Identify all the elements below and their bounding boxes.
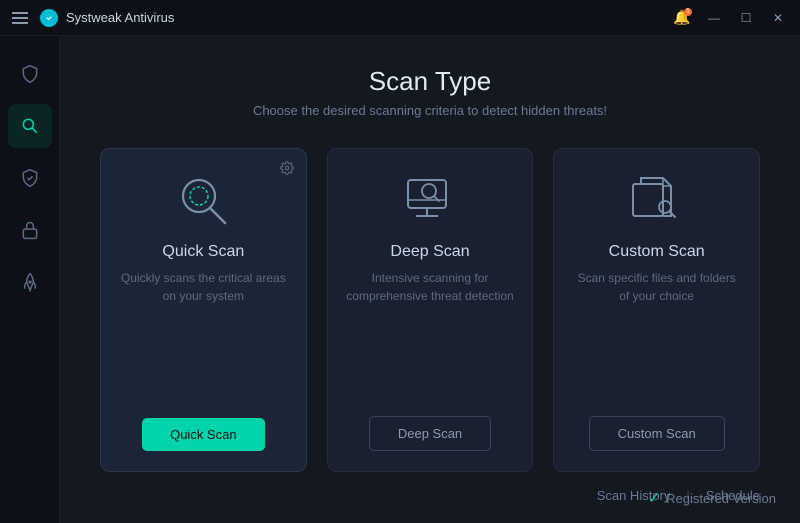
registered-icon: ✓	[648, 489, 661, 507]
menu-button[interactable]	[8, 8, 32, 28]
custom-scan-title: Custom Scan	[609, 243, 705, 261]
quick-scan-icon	[168, 169, 238, 229]
settings-icon[interactable]	[280, 161, 294, 178]
sidebar-item-scan[interactable]	[8, 104, 52, 148]
custom-scan-card: Custom Scan Scan specific files and fold…	[553, 148, 760, 472]
page-title: Scan Type	[100, 66, 760, 97]
sidebar-item-vpn[interactable]	[8, 208, 52, 252]
registered-text: Registered Version	[666, 491, 776, 506]
registered-badge: ✓ Registered Version	[648, 489, 776, 507]
main-layout: Scan Type Choose the desired scanning cr…	[0, 36, 800, 523]
custom-scan-button[interactable]: Custom Scan	[589, 416, 725, 451]
deep-scan-button[interactable]: Deep Scan	[369, 416, 491, 451]
quick-scan-title: Quick Scan	[162, 243, 244, 261]
sidebar-item-security[interactable]	[8, 156, 52, 200]
title-bar: Systweak Antivirus 🔔 1 — ☐ ✕	[0, 0, 800, 36]
deep-scan-card: Deep Scan Intensive scanning for compreh…	[327, 148, 534, 472]
content-area: Scan Type Choose the desired scanning cr…	[60, 36, 800, 523]
deep-scan-icon	[395, 169, 465, 229]
notification-button[interactable]: 🔔 1	[668, 4, 696, 32]
notification-badge: 1	[684, 8, 692, 16]
quick-scan-card: Quick Scan Quickly scans the critical ar…	[100, 148, 307, 472]
custom-scan-description: Scan specific files and folders of your …	[572, 269, 741, 396]
sidebar-item-boost[interactable]	[8, 260, 52, 304]
scan-cards: Quick Scan Quickly scans the critical ar…	[100, 148, 760, 472]
quick-scan-description: Quickly scans the critical areas on your…	[119, 269, 288, 398]
quick-scan-button[interactable]: Quick Scan	[142, 418, 264, 451]
deep-scan-description: Intensive scanning for comprehensive thr…	[346, 269, 515, 396]
maximize-button[interactable]: ☐	[732, 4, 760, 32]
sidebar	[0, 36, 60, 523]
app-logo	[40, 9, 58, 27]
title-bar-left: Systweak Antivirus	[8, 8, 174, 28]
minimize-button[interactable]: —	[700, 4, 728, 32]
close-button[interactable]: ✕	[764, 4, 792, 32]
app-title: Systweak Antivirus	[66, 10, 174, 25]
deep-scan-title: Deep Scan	[390, 243, 469, 261]
title-bar-right: 🔔 1 — ☐ ✕	[668, 4, 792, 32]
page-header: Scan Type Choose the desired scanning cr…	[100, 66, 760, 118]
custom-scan-icon	[622, 169, 692, 229]
page-subtitle: Choose the desired scanning criteria to …	[100, 103, 760, 118]
sidebar-item-protection[interactable]	[8, 52, 52, 96]
